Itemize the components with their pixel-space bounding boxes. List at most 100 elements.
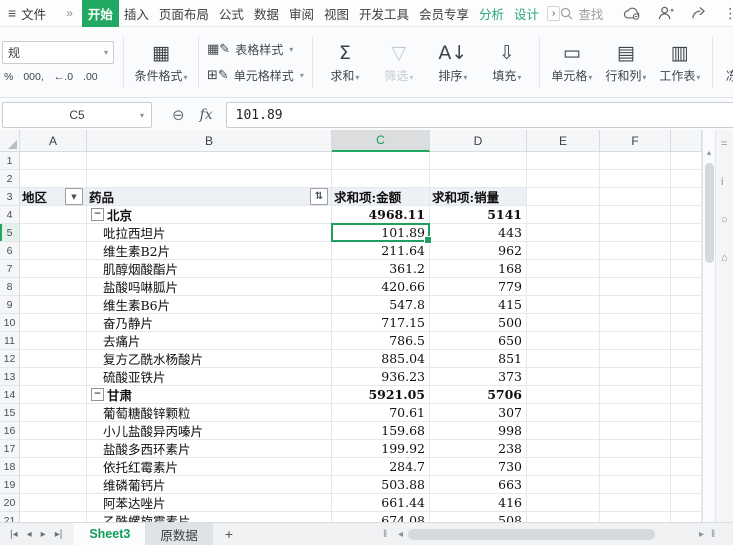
cell-D19[interactable]: 663 xyxy=(430,476,527,494)
cell-C13[interactable]: 936.23 xyxy=(332,368,430,386)
row-header-1[interactable]: 1 xyxy=(0,152,20,170)
menu-tab-home[interactable]: 开始 xyxy=(82,0,119,27)
cell-A5[interactable] xyxy=(20,224,87,242)
cell-A21[interactable] xyxy=(20,512,87,522)
rows-cols-button[interactable]: ▤行和列▾ xyxy=(599,31,653,93)
cell-D5[interactable]: 443 xyxy=(430,224,527,242)
cell-G20[interactable] xyxy=(671,494,702,512)
menu-tab-page-layout[interactable]: 页面布局 xyxy=(154,0,214,27)
cell-A10[interactable] xyxy=(20,314,87,332)
cell-A16[interactable] xyxy=(20,422,87,440)
cell-G15[interactable] xyxy=(671,404,702,422)
cell-B17[interactable]: 盐酸多西环素片 xyxy=(87,440,332,458)
increase-decimal-button[interactable]: .00 xyxy=(83,71,98,83)
decrease-decimal-button[interactable]: ←.0 xyxy=(54,71,73,83)
menu-tab-formulas[interactable]: 公式 xyxy=(214,0,249,27)
cell-E15[interactable] xyxy=(527,404,600,422)
nav-next-icon[interactable]: ▸ xyxy=(41,529,46,540)
cell-E6[interactable] xyxy=(527,242,600,260)
cell-D15[interactable]: 307 xyxy=(430,404,527,422)
cell-D1[interactable] xyxy=(430,152,527,170)
column-header-A[interactable]: A xyxy=(20,130,87,152)
cell-B19[interactable]: 维磷葡钙片 xyxy=(87,476,332,494)
panel-icon-2[interactable]: ○ xyxy=(721,214,728,226)
cell-F6[interactable] xyxy=(600,242,671,260)
cell-E1[interactable] xyxy=(527,152,600,170)
row-header-2[interactable]: 2 xyxy=(0,170,20,188)
cell-E19[interactable] xyxy=(527,476,600,494)
cell-E21[interactable] xyxy=(527,512,600,522)
cell-F5[interactable] xyxy=(600,224,671,242)
cell-C17[interactable]: 199.92 xyxy=(332,440,430,458)
cell-D18[interactable]: 730 xyxy=(430,458,527,476)
cell-C16[interactable]: 159.68 xyxy=(332,422,430,440)
freeze-panes-button[interactable]: ⊞*冻结窗格 xyxy=(718,31,733,93)
cell-G13[interactable] xyxy=(671,368,702,386)
cell-B12[interactable]: 复方乙酰水杨酸片 xyxy=(87,350,332,368)
splitter-icon[interactable]: ‖ xyxy=(383,523,387,545)
cell-A12[interactable] xyxy=(20,350,87,368)
row-header-13[interactable]: 13 xyxy=(0,368,20,386)
scroll-right-icon[interactable]: ▸ xyxy=(699,523,704,545)
cell-D7[interactable]: 168 xyxy=(430,260,527,278)
cell-D14[interactable]: 5706 xyxy=(430,386,527,404)
row-header-3[interactable]: 3 xyxy=(0,188,20,206)
cell-B2[interactable] xyxy=(87,170,332,188)
sort-button[interactable]: A↓排序▾ xyxy=(426,31,480,93)
row-header-11[interactable]: 11 xyxy=(0,332,20,350)
cell-D17[interactable]: 238 xyxy=(430,440,527,458)
cell-D8[interactable]: 779 xyxy=(430,278,527,296)
cell-B8[interactable]: 盐酸吗啉胍片 xyxy=(87,278,332,296)
cell-D21[interactable]: 508 xyxy=(430,512,527,522)
cell-B21[interactable]: 乙酰螺旋霉素片 xyxy=(87,512,332,522)
column-header-D[interactable]: D xyxy=(430,130,527,152)
cell-A20[interactable] xyxy=(20,494,87,512)
cell-A7[interactable] xyxy=(20,260,87,278)
cell-A9[interactable] xyxy=(20,296,87,314)
row-header-17[interactable]: 17 xyxy=(0,440,20,458)
row-header-20[interactable]: 20 xyxy=(0,494,20,512)
worksheet-button[interactable]: ▥工作表▾ xyxy=(653,31,707,93)
zoom-minus-icon[interactable]: ⊖ xyxy=(172,106,185,124)
row-header-8[interactable]: 8 xyxy=(0,278,20,296)
cell-E4[interactable] xyxy=(527,206,600,224)
name-box[interactable]: C5 ▾ xyxy=(2,102,152,128)
cell-E5[interactable] xyxy=(527,224,600,242)
cell-C1[interactable] xyxy=(332,152,430,170)
column-header-E[interactable]: E xyxy=(527,130,600,152)
cell-C19[interactable]: 503.88 xyxy=(332,476,430,494)
cell-G12[interactable] xyxy=(671,350,702,368)
cell-E17[interactable] xyxy=(527,440,600,458)
cell-C10[interactable]: 717.15 xyxy=(332,314,430,332)
cell-B7[interactable]: 肌醇烟酸酯片 xyxy=(87,260,332,278)
column-header-B[interactable]: B xyxy=(87,130,332,152)
cell-style-button[interactable]: ⊞✎单元格样式▾ xyxy=(207,67,304,84)
file-menu[interactable]: 文件 xyxy=(21,4,46,23)
cell-C20[interactable]: 661.44 xyxy=(332,494,430,512)
menu-tab-analyze[interactable]: 分析 xyxy=(474,0,509,27)
row-header-21[interactable]: 21 xyxy=(0,512,20,522)
cell-F18[interactable] xyxy=(600,458,671,476)
menu-tab-view[interactable]: 视图 xyxy=(319,0,354,27)
cell-B6[interactable]: 维生素B2片 xyxy=(87,242,332,260)
cell-D20[interactable]: 416 xyxy=(430,494,527,512)
cell-D2[interactable] xyxy=(430,170,527,188)
cell-D10[interactable]: 500 xyxy=(430,314,527,332)
cell-E7[interactable] xyxy=(527,260,600,278)
cell-G3[interactable] xyxy=(671,188,702,206)
cell-F3[interactable] xyxy=(600,188,671,206)
cell-C7[interactable]: 361.2 xyxy=(332,260,430,278)
cell-G11[interactable] xyxy=(671,332,702,350)
cell-B18[interactable]: 依托红霉素片 xyxy=(87,458,332,476)
cell-B9[interactable]: 维生素B6片 xyxy=(87,296,332,314)
cell-B11[interactable]: 去痛片 xyxy=(87,332,332,350)
column-header-partial[interactable] xyxy=(671,130,702,152)
cell-D3[interactable]: 求和项:销量 xyxy=(430,188,527,206)
cell-A13[interactable] xyxy=(20,368,87,386)
cell-E10[interactable] xyxy=(527,314,600,332)
cell-F2[interactable] xyxy=(600,170,671,188)
cell-F10[interactable] xyxy=(600,314,671,332)
cell-A8[interactable] xyxy=(20,278,87,296)
cell-A11[interactable] xyxy=(20,332,87,350)
cell-B5[interactable]: 吡拉西坦片 xyxy=(87,224,332,242)
